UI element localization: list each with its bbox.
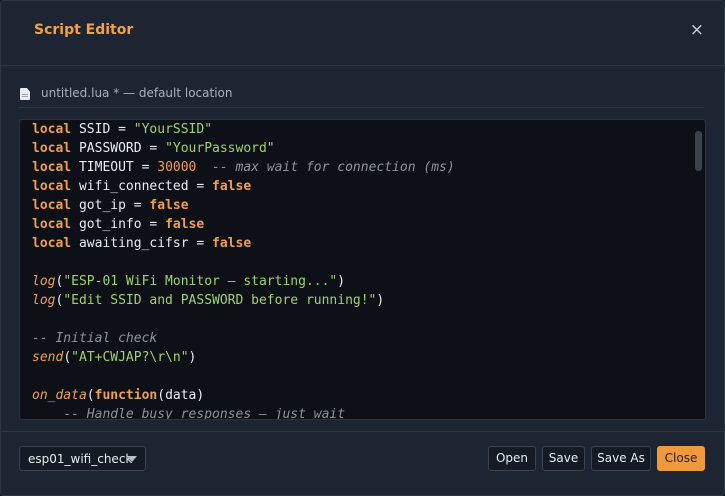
- code-line[interactable]: -- Initial check: [32, 329, 683, 348]
- code-token: awaiting_cifsr =: [78, 236, 213, 251]
- code-token: -- Initial check: [32, 331, 158, 346]
- dialog-footer: esp01_wifi_check Open Save Save As Close: [1, 431, 724, 495]
- code-token: got_info =: [78, 217, 166, 232]
- code-token: 30000: [157, 160, 197, 175]
- close-icon[interactable]: ×: [690, 20, 704, 40]
- code-line[interactable]: local TIMEOUT = 30000 -- max wait for co…: [32, 158, 683, 177]
- code-token: ): [337, 274, 346, 289]
- code-token: false: [149, 198, 189, 213]
- file-name: untitled.lua * — default location: [41, 86, 233, 100]
- code-token: log: [32, 293, 56, 308]
- code-token: function: [94, 388, 158, 403]
- code-token: false: [165, 217, 205, 232]
- code-token: send: [32, 350, 64, 365]
- code-editor[interactable]: local SSID = "YourSSID" local PASSWORD = …: [19, 119, 706, 420]
- code-line[interactable]: [32, 367, 683, 386]
- code-token: false: [212, 179, 252, 194]
- code-token: (: [86, 388, 95, 403]
- code-token: local: [32, 217, 79, 232]
- code-token: local: [32, 141, 79, 156]
- code-token: "ESP-01 WiFi Monitor — starting...": [63, 274, 338, 289]
- code-line[interactable]: [32, 253, 683, 272]
- code-token: local: [32, 179, 79, 194]
- script-select[interactable]: esp01_wifi_check: [19, 446, 146, 471]
- code-token: (: [63, 350, 72, 365]
- code-line[interactable]: local PASSWORD = "YourPassword": [32, 139, 683, 158]
- code-token: ): [188, 350, 197, 365]
- code-line[interactable]: local SSID = "YourSSID": [32, 120, 683, 139]
- code-token: "Edit SSID and PASSWORD before running!": [63, 293, 377, 308]
- editor-scrollbar[interactable]: [694, 121, 704, 418]
- chevron-down-icon: [127, 456, 137, 462]
- code-line[interactable]: local got_info = false: [32, 215, 683, 234]
- code-token: false: [212, 236, 252, 251]
- file-info-bar: untitled.lua * — default location: [19, 85, 704, 108]
- code-token: -- Handle busy responses — just wait: [63, 407, 346, 420]
- scrollbar-thumb[interactable]: [695, 131, 702, 171]
- code-line[interactable]: log("Edit SSID and PASSWORD before runni…: [32, 291, 683, 310]
- code-token: "YourSSID": [133, 122, 213, 137]
- code-line[interactable]: on_data(function(data): [32, 386, 683, 405]
- script-editor-dialog: Script Editor × untitled.lua * — default…: [0, 0, 725, 496]
- code-token: SSID =: [78, 122, 134, 137]
- code-line[interactable]: [32, 310, 683, 329]
- dialog-title: Script Editor: [34, 22, 134, 38]
- code-line[interactable]: local got_ip = false: [32, 196, 683, 215]
- code-line[interactable]: local wifi_connected = false: [32, 177, 683, 196]
- code-token: local: [32, 236, 79, 251]
- save-button[interactable]: Save: [542, 446, 585, 471]
- code-token: wifi_connected =: [78, 179, 213, 194]
- dialog-header: Script Editor ×: [1, 1, 724, 66]
- code-line[interactable]: log("ESP-01 WiFi Monitor — starting..."): [32, 272, 683, 291]
- code-line[interactable]: local awaiting_cifsr = false: [32, 234, 683, 253]
- open-button[interactable]: Open: [488, 446, 536, 471]
- code-line[interactable]: -- Handle busy responses — just wait: [32, 405, 683, 420]
- code-token: "AT+CWJAP?\r\n": [71, 350, 189, 365]
- code-token: on_data: [32, 388, 87, 403]
- code-token: TIMEOUT =: [78, 160, 158, 175]
- code-token: PASSWORD =: [78, 141, 166, 156]
- code-token: got_ip =: [78, 198, 150, 213]
- code-token: ): [376, 293, 385, 308]
- script-select-value: esp01_wifi_check: [28, 452, 133, 466]
- code-token: log: [32, 274, 56, 289]
- save-as-button[interactable]: Save As: [591, 446, 651, 471]
- code-content[interactable]: local SSID = "YourSSID" local PASSWORD = …: [32, 120, 683, 420]
- code-token: (data): [157, 388, 205, 403]
- code-token: local: [32, 160, 79, 175]
- file-icon: [20, 88, 30, 100]
- code-token: local: [32, 198, 79, 213]
- code-token: -- max wait for connection (ms): [212, 160, 455, 175]
- code-token: local: [32, 122, 79, 137]
- code-line[interactable]: send("AT+CWJAP?\r\n"): [32, 348, 683, 367]
- code-token: "YourPassword": [165, 141, 275, 156]
- close-button[interactable]: Close: [657, 446, 705, 471]
